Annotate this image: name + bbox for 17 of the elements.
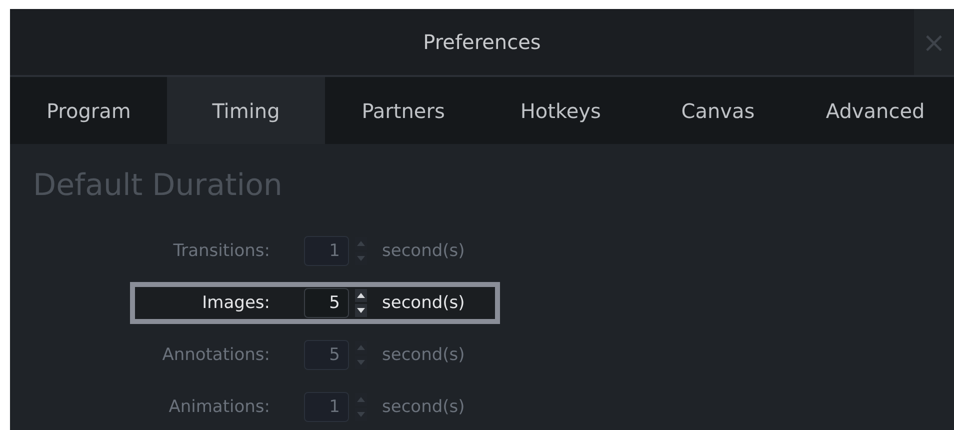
- unit-label: second(s): [382, 345, 465, 365]
- unit-label: second(s): [382, 293, 465, 313]
- spinner-arrows-icon[interactable]: [355, 289, 367, 317]
- field-label: Annotations:: [161, 345, 270, 365]
- tab[interactable]: Advanced: [796, 77, 954, 144]
- tab[interactable]: Canvas: [639, 77, 797, 144]
- field-label: Transitions:: [172, 241, 270, 261]
- tab[interactable]: Hotkeys: [482, 77, 640, 144]
- window-title: Preferences: [423, 30, 541, 54]
- unit-label: second(s): [382, 397, 465, 417]
- number-field[interactable]: 5: [304, 288, 349, 318]
- tab[interactable]: Program: [10, 77, 168, 144]
- field-label: Animations:: [168, 397, 270, 417]
- tab[interactable]: Timing: [167, 77, 325, 144]
- field-label: Images:: [201, 293, 270, 313]
- tab[interactable]: Partners: [324, 77, 482, 144]
- unit-label: second(s): [382, 241, 465, 261]
